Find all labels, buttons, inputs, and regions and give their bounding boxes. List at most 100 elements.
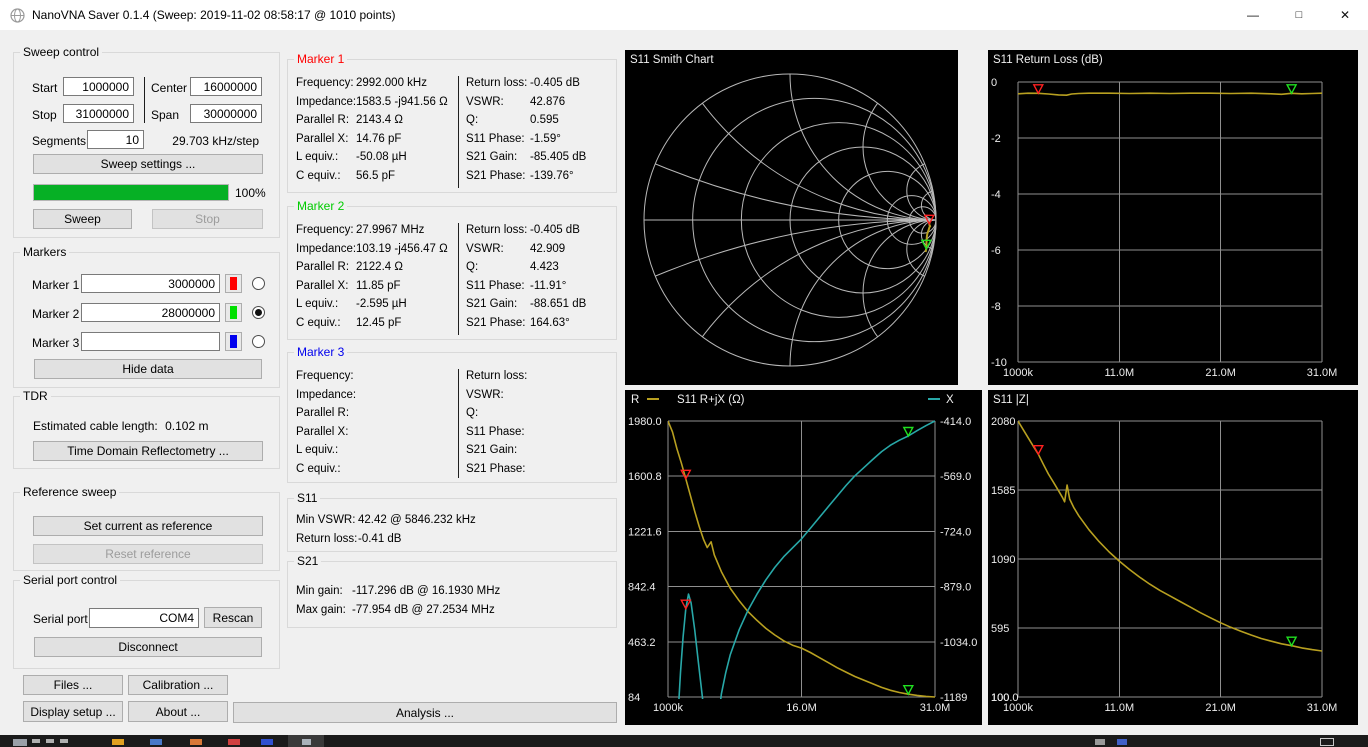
window-title: NanoVNA Saver 0.1.4 (Sweep: 2019-11-02 0… bbox=[32, 8, 396, 22]
marker-detail-row: C equiv.:12.45 pF bbox=[296, 314, 448, 333]
detail-label: Impedance: bbox=[296, 386, 356, 405]
taskbar-icon[interactable] bbox=[228, 739, 240, 745]
minimize-button[interactable]: — bbox=[1230, 0, 1276, 30]
start-button-icon[interactable] bbox=[13, 739, 27, 746]
detail-label: S21 Phase: bbox=[466, 460, 530, 479]
detail-label: C equiv.: bbox=[296, 314, 356, 333]
display-setup-button[interactable]: Display setup ... bbox=[23, 701, 123, 722]
s11-min-vswr-value: 42.42 @ 5846.232 kHz bbox=[358, 511, 476, 530]
detail-label: Parallel X: bbox=[296, 130, 356, 149]
marker1-radio[interactable] bbox=[252, 277, 265, 290]
serial-port-input[interactable] bbox=[89, 608, 199, 628]
files-button[interactable]: Files ... bbox=[23, 675, 123, 695]
detail-value: -0.405 dB bbox=[530, 74, 580, 93]
marker-detail-row: S21 Gain: bbox=[466, 441, 530, 460]
detail-label: VSWR: bbox=[466, 93, 530, 112]
analysis-button[interactable]: Analysis ... bbox=[233, 702, 617, 723]
detail-value: -2.595 µH bbox=[356, 295, 407, 314]
marker-detail-row: S21 Phase: bbox=[466, 460, 530, 479]
marker-detail-row: L equiv.: bbox=[296, 441, 356, 460]
detail-label: S21 Gain: bbox=[466, 441, 530, 460]
s21-min-gain-label: Min gain: bbox=[296, 582, 352, 601]
detail-value: 164.63° bbox=[530, 314, 570, 333]
marker2-divider bbox=[458, 223, 459, 335]
serial-port-title: Serial port control bbox=[20, 573, 120, 587]
rescan-button[interactable]: Rescan bbox=[204, 607, 262, 628]
calibration-button[interactable]: Calibration ... bbox=[128, 675, 228, 695]
marker1-detail-title: Marker 1 bbox=[294, 52, 347, 66]
s11-z-chart[interactable]: S11 |Z| 208015851090595100.01001000k11.0… bbox=[988, 390, 1358, 725]
center-input[interactable] bbox=[190, 77, 262, 96]
svg-text:-8: -8 bbox=[991, 301, 1001, 313]
reference-sweep-group: Reference sweep Set current as reference… bbox=[13, 492, 280, 571]
marker1-color-button[interactable] bbox=[225, 274, 242, 293]
sweep-button[interactable]: Sweep bbox=[33, 209, 132, 229]
taskbar-search[interactable] bbox=[32, 739, 40, 743]
segments-input[interactable] bbox=[87, 130, 144, 149]
marker-detail-row: VSWR: bbox=[466, 386, 530, 405]
marker-detail-row: VSWR:42.876 bbox=[466, 93, 586, 112]
taskbar-tray-box[interactable] bbox=[1320, 738, 1334, 746]
svg-text:11.0M: 11.0M bbox=[1104, 702, 1134, 714]
progress-label: 100% bbox=[235, 186, 266, 200]
sweep-settings-button[interactable]: Sweep settings ... bbox=[33, 154, 263, 174]
marker1-freq-input[interactable] bbox=[81, 274, 220, 293]
marker2-detail-panel: Marker 2 Frequency:27.9967 MHzImpedance:… bbox=[287, 206, 617, 340]
s11-rjx-chart[interactable]: R S11 R+jX (Ω) X 1980.01600.81221.6842.4… bbox=[625, 390, 982, 725]
s11-return-loss-value: -0.41 dB bbox=[358, 530, 401, 549]
taskbar-icon[interactable] bbox=[190, 739, 202, 745]
about-button[interactable]: About ... bbox=[128, 701, 228, 722]
reset-reference-button: Reset reference bbox=[33, 544, 263, 564]
s21-max-gain-row: Max gain: -77.954 dB @ 27.2534 MHz bbox=[296, 601, 500, 620]
taskbar-tray-icon[interactable] bbox=[1095, 739, 1105, 745]
svg-text:1000k: 1000k bbox=[1003, 702, 1033, 714]
detail-label: S21 Phase: bbox=[466, 167, 530, 186]
detail-label: Return loss: bbox=[466, 74, 530, 93]
tdr-button[interactable]: Time Domain Reflectometry ... bbox=[33, 441, 263, 461]
taskbar-icon[interactable] bbox=[150, 739, 162, 745]
span-input[interactable] bbox=[190, 104, 262, 123]
taskbar-active-app[interactable] bbox=[288, 735, 324, 747]
step-info: 29.703 kHz/step bbox=[172, 134, 259, 148]
set-reference-button[interactable]: Set current as reference bbox=[33, 516, 263, 536]
s11-smith-chart[interactable]: S11 Smith Chart bbox=[625, 50, 958, 385]
stop-input[interactable] bbox=[63, 104, 134, 123]
start-input[interactable] bbox=[63, 77, 134, 96]
svg-text:1980.0: 1980.0 bbox=[628, 416, 662, 428]
s11-info-panel: S11 Min VSWR: 42.42 @ 5846.232 kHz Retur… bbox=[287, 498, 617, 552]
taskbar-search[interactable] bbox=[46, 739, 54, 743]
close-button[interactable]: ✕ bbox=[1322, 0, 1368, 30]
hide-data-button[interactable]: Hide data bbox=[34, 359, 262, 379]
marker-detail-row: Q:4.423 bbox=[466, 258, 586, 277]
detail-label: Frequency: bbox=[296, 367, 356, 386]
detail-label: Q: bbox=[466, 111, 530, 130]
stop-label: Stop bbox=[32, 108, 57, 122]
marker3-divider bbox=[458, 369, 459, 478]
marker-detail-row: Parallel R: bbox=[296, 404, 356, 423]
taskbar-icon[interactable] bbox=[112, 739, 124, 745]
taskbar-search[interactable] bbox=[60, 739, 68, 743]
svg-text:-1034.0: -1034.0 bbox=[940, 637, 977, 649]
marker3-color-button[interactable] bbox=[225, 332, 242, 351]
disconnect-button[interactable]: Disconnect bbox=[34, 637, 262, 657]
maximize-button[interactable]: □ bbox=[1276, 0, 1322, 30]
taskbar-tray-icon[interactable] bbox=[1117, 739, 1127, 745]
windows-taskbar[interactable] bbox=[0, 735, 1368, 747]
marker2-freq-input[interactable] bbox=[81, 303, 220, 322]
marker2-color-button[interactable] bbox=[225, 303, 242, 322]
z-chart-title: S11 |Z| bbox=[993, 394, 1029, 406]
title-bar[interactable]: NanoVNA Saver 0.1.4 (Sweep: 2019-11-02 0… bbox=[0, 0, 1368, 30]
s11-return-loss-chart[interactable]: S11 Return Loss (dB) 0-2-4-6-8-101000k11… bbox=[988, 50, 1358, 385]
detail-label: L equiv.: bbox=[296, 148, 356, 167]
center-label: Center bbox=[151, 81, 187, 95]
svg-text:16.0M: 16.0M bbox=[786, 702, 817, 714]
taskbar-icon[interactable] bbox=[261, 739, 273, 745]
marker3-freq-input[interactable] bbox=[81, 332, 220, 351]
marker-detail-row: S11 Phase: bbox=[466, 423, 530, 442]
marker2-right-column: Return loss:-0.405 dBVSWR:42.909Q:4.423S… bbox=[466, 221, 586, 333]
marker2-radio[interactable] bbox=[252, 306, 265, 319]
marker3-radio[interactable] bbox=[252, 335, 265, 348]
svg-text:-4: -4 bbox=[991, 189, 1001, 201]
detail-label: L equiv.: bbox=[296, 441, 356, 460]
app-icon bbox=[10, 8, 25, 23]
